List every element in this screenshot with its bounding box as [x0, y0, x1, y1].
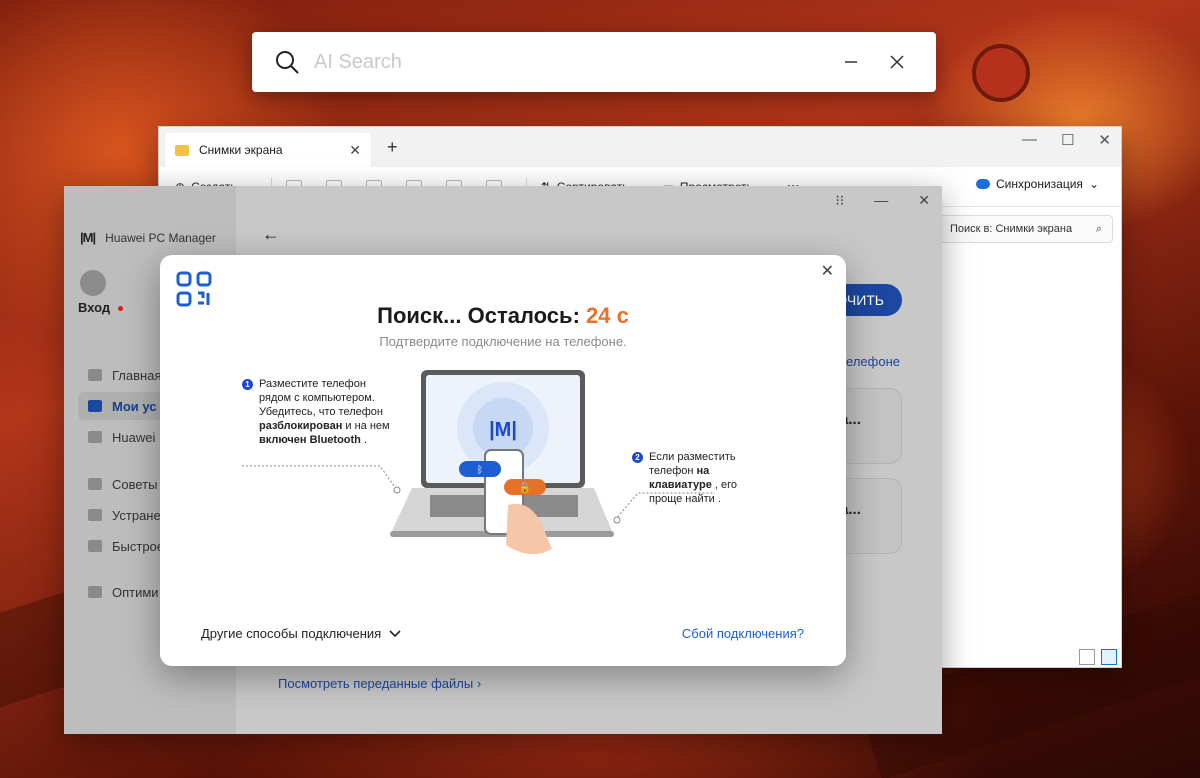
- tiles-view-icon[interactable]: [1101, 649, 1117, 665]
- explorer-search-placeholder: Поиск в: Снимки экрана: [950, 223, 1073, 235]
- avatar[interactable]: [80, 270, 106, 296]
- instruction-step-2: 2 Если разместить телефон на клавиатуре …: [632, 450, 772, 506]
- ai-search-bar: [252, 32, 936, 92]
- cloud-icon: [976, 179, 990, 189]
- notification-dot: [118, 306, 124, 312]
- sync-button[interactable]: Синхронизация ⌄: [976, 177, 1099, 191]
- files-link-label: Посмотреть переданные файлы: [278, 676, 474, 691]
- home-icon: [88, 369, 102, 381]
- folder-icon: [175, 144, 189, 156]
- sidebar-item-label: Оптими: [112, 584, 159, 600]
- drag-handle-icon[interactable]: ⁝⁝: [835, 192, 844, 209]
- app-brand: |M| Huawei PC Manager: [80, 230, 216, 245]
- svg-text:|M|: |M|: [489, 419, 517, 441]
- sidebar-item-label: Быстрое: [112, 538, 165, 554]
- minimize-icon[interactable]: —: [874, 192, 888, 209]
- sidebar-item-label: Главная: [112, 367, 162, 383]
- view-toggle: [1079, 649, 1117, 665]
- view-transferred-files-link[interactable]: Посмотреть переданные файлы ›: [278, 676, 481, 691]
- explorer-search-input[interactable]: Поиск в: Снимки экрана ⌕: [939, 215, 1113, 243]
- connection-dialog: ✕ Поиск... Осталось: 24 с Подтвердите по…: [160, 255, 846, 666]
- details-view-icon[interactable]: [1079, 649, 1095, 665]
- sidebar-item-label: Huawei: [112, 429, 156, 445]
- close-icon[interactable]: ✕: [918, 192, 930, 209]
- connection-failed-link[interactable]: Сбой подключения?: [682, 626, 804, 641]
- chevron-down-icon: [389, 629, 401, 637]
- minimize-button[interactable]: [834, 45, 868, 79]
- chevron-down-icon: ⌄: [1088, 177, 1099, 191]
- step-1-text-c: .: [363, 434, 368, 446]
- step-2-text: Если разместить телефон на клавиатуре , …: [649, 450, 772, 506]
- login-label: Вход: [78, 300, 111, 315]
- minimize-icon: [845, 61, 857, 63]
- login-link[interactable]: Вход: [78, 300, 124, 315]
- wrench-icon: [88, 509, 102, 521]
- step-number-badge: 1: [242, 379, 253, 390]
- dialog-close-icon[interactable]: ✕: [821, 261, 834, 281]
- step-1-text-b: и на нем: [345, 420, 390, 432]
- step-1-text: Разместите телефон рядом с компьютером. …: [259, 377, 392, 447]
- dialog-title-text: Поиск... Осталось:: [377, 303, 580, 328]
- sidebar-item-label: Устране: [112, 507, 161, 523]
- other-connection-methods-button[interactable]: Другие способы подключения: [201, 626, 401, 641]
- app-name: Huawei PC Manager: [105, 230, 216, 245]
- devices-icon: [88, 400, 102, 412]
- back-arrow-icon[interactable]: ←: [262, 224, 280, 245]
- sync-label: Синхронизация: [996, 177, 1083, 191]
- close-icon: [890, 55, 904, 69]
- close-icon[interactable]: ✕: [1098, 131, 1111, 149]
- ai-search-input[interactable]: [314, 50, 822, 74]
- step-1-bold-b: включен Bluetooth: [259, 434, 361, 446]
- svg-text:ᛒ: ᛒ: [477, 465, 483, 476]
- tab-close-icon[interactable]: ✕: [349, 142, 361, 159]
- wallpaper-emblem: [972, 44, 1030, 102]
- step-2-text-a: Если разместить телефон: [649, 451, 736, 477]
- huawei-logo-icon: |M|: [80, 230, 96, 245]
- new-tab-button[interactable]: +: [387, 137, 398, 158]
- explorer-tab[interactable]: Снимки экрана ✕: [165, 133, 371, 167]
- shield-icon: [88, 540, 102, 552]
- phone-link[interactable]: телефоне: [840, 354, 900, 369]
- search-icon: ⌕: [1095, 222, 1102, 235]
- step-1-bold-a: разблокирован: [259, 420, 343, 432]
- chevron-right-icon: ›: [476, 676, 482, 691]
- pc-manager-window-controls: ⁝⁝ — ✕: [835, 192, 930, 209]
- dialog-title: Поиск... Осталось: 24 с: [160, 303, 846, 329]
- explorer-tab-title: Снимки экрана: [199, 143, 283, 157]
- sidebar-item-label: Советы: [112, 476, 158, 492]
- close-button[interactable]: [880, 45, 914, 79]
- optimize-icon: [88, 586, 102, 598]
- explorer-titlebar: Снимки экрана ✕ + — ☐ ✕: [159, 127, 1121, 167]
- info-icon: [88, 478, 102, 490]
- step-number-badge: 2: [632, 452, 643, 463]
- other-methods-label: Другие способы подключения: [201, 626, 382, 641]
- step-1-text-a: Разместите телефон рядом с компьютером. …: [259, 378, 384, 418]
- instruction-step-1: 1 Разместите телефон рядом с компьютером…: [242, 377, 392, 447]
- sidebar-item-label: Мои ус: [112, 398, 157, 414]
- explorer-window-controls: — ☐ ✕: [1022, 131, 1111, 149]
- countdown-timer: 24 с: [586, 303, 629, 328]
- minimize-icon[interactable]: —: [1022, 131, 1037, 149]
- wireless-icon: [88, 431, 102, 443]
- maximize-icon[interactable]: ☐: [1061, 131, 1074, 149]
- svg-text:🔓: 🔓: [519, 481, 531, 494]
- search-icon: [276, 51, 299, 74]
- dialog-subtitle: Подтвердите подключение на телефоне.: [379, 334, 627, 349]
